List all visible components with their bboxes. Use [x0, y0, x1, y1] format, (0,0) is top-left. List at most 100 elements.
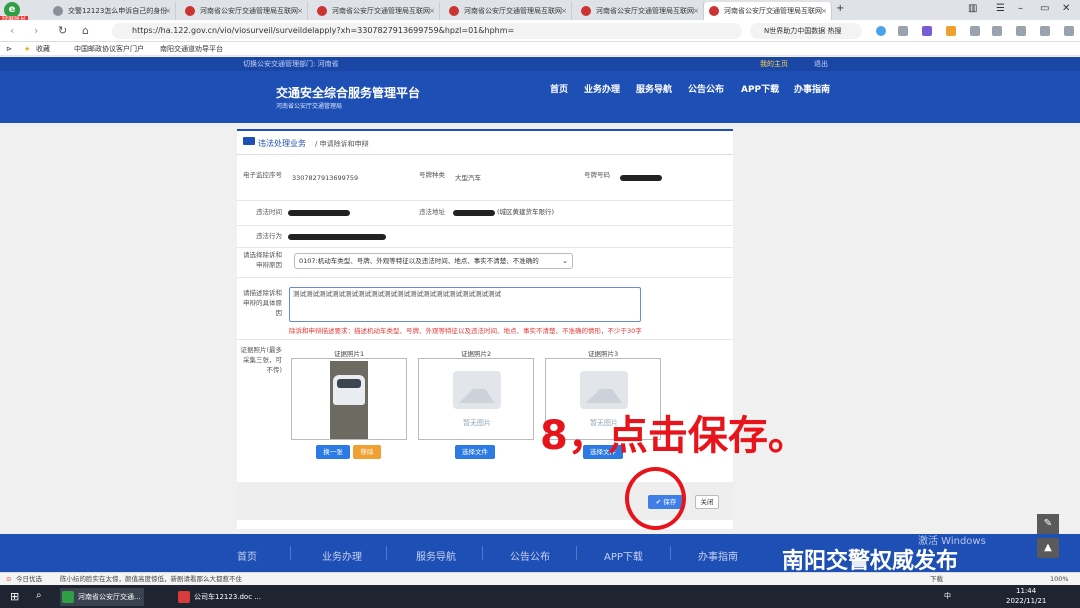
reason-select[interactable]: 0107:机动车类型、号牌、外观等特征以及违法时间、地点、事实不清楚、不准确的 …: [294, 253, 573, 269]
new-tab-icon[interactable]: +: [836, 3, 844, 14]
close-tab-icon[interactable]: ×: [693, 2, 699, 20]
tab-favicon-icon: [317, 6, 327, 16]
close-tab-icon[interactable]: ×: [429, 2, 435, 20]
footer-nav-notice[interactable]: 公告公布: [510, 548, 550, 563]
nav-notice[interactable]: 公告公布: [688, 82, 724, 95]
minimize-icon[interactable]: –: [1018, 3, 1023, 14]
desc-textarea[interactable]: 测试测试测试测试测试测试测试测试测试测试测试测试测试测试测试测试: [289, 287, 641, 322]
search-icon[interactable]: ⌕: [36, 590, 42, 601]
bookmarks-bar: ⊳ ★ 收藏 中国邮政协议客户门户 南阳交通道劝导平台: [0, 42, 1080, 56]
close-tab-icon[interactable]: ×: [297, 2, 303, 20]
scissors-icon[interactable]: [898, 26, 908, 36]
search-icon[interactable]: [970, 26, 980, 36]
image-placeholder-icon: [453, 371, 501, 409]
dept-switcher[interactable]: 切换公安交通管理部门: 河南省: [243, 57, 339, 71]
refresh-icon[interactable]: ↻: [58, 24, 67, 37]
edit-icon[interactable]: ✎: [1037, 514, 1059, 534]
taskbar-wps[interactable]: 公司车12123.doc ...: [176, 588, 272, 606]
plate-no-redacted: [620, 175, 662, 181]
plate-type-value: 大型汽车: [455, 174, 481, 182]
plate-no-label: 号牌号码: [584, 171, 610, 179]
footer-divider: [290, 546, 291, 560]
nav-service[interactable]: 服务导航: [636, 82, 672, 95]
logout-link[interactable]: 退出: [814, 57, 828, 71]
replace-photo-button[interactable]: 换一张: [316, 445, 350, 459]
browser-icon: [62, 591, 74, 603]
url-input[interactable]: https://ha.122.gov.cn/vio/viosurveil/sur…: [112, 23, 742, 39]
act-redacted: [288, 234, 386, 240]
footer-divider: [670, 546, 671, 560]
close-tab-icon[interactable]: ×: [165, 2, 171, 20]
extension-icon[interactable]: [876, 26, 886, 36]
watermark: 南阳交警权威发布: [782, 549, 959, 574]
maximize-icon[interactable]: ▭: [1040, 3, 1049, 14]
settings-icon[interactable]: ☰: [996, 3, 1005, 14]
monitor-no-value: 3307827913699759: [292, 174, 359, 182]
wps-icon: [178, 591, 190, 603]
menu-icon[interactable]: [1064, 26, 1074, 36]
tab-6-active[interactable]: 河南省公安厅交通管理局互联网 ×: [704, 2, 832, 20]
bookmark-nanyang[interactable]: 南阳交通道劝导平台: [160, 42, 223, 56]
photo-1-caption: 证据照片1: [334, 350, 365, 358]
footer-nav-app[interactable]: APP下载: [604, 548, 643, 563]
header-top-strip: 切换公安交通管理部门: 河南省 我的主页 退出: [0, 57, 1080, 71]
close-tab-icon[interactable]: ×: [561, 2, 567, 20]
tab-5[interactable]: 河南省公安厅交通管理局互联网 ×: [576, 2, 704, 20]
desc-label: 请描述除诉和申辩的具体原因: [243, 289, 282, 317]
address-bar-row: ‹ › ↻ ⌂ https://ha.122.gov.cn/vio/viosur…: [0, 20, 1080, 54]
remove-photo-button[interactable]: 移除: [353, 445, 381, 459]
home-icon[interactable]: ⌂: [82, 24, 89, 37]
nav-app[interactable]: APP下载: [741, 82, 779, 95]
footer-nav-business[interactable]: 业务办理: [322, 548, 362, 563]
tab-label: 河南省公安厅交通管理局互联网: [464, 7, 562, 15]
undo-icon[interactable]: [1040, 26, 1050, 36]
browser-search-input[interactable]: N世界助力中国数据 热搜: [750, 23, 862, 39]
shield-icon[interactable]: [946, 26, 956, 36]
bookmark-postal[interactable]: 中国邮政协议客户门户: [74, 42, 144, 56]
back-to-top-icon[interactable]: ▲: [1037, 538, 1059, 558]
taskbar-browser[interactable]: 河南省公安厅交通...: [60, 588, 144, 606]
choose-file-button-2[interactable]: 选择文件: [455, 445, 495, 459]
tab-2[interactable]: 河南省公安厅交通管理局互联网 ×: [180, 2, 308, 20]
extension-icon[interactable]: [922, 26, 932, 36]
tab-label: 河南省公安厅交通管理局互联网: [332, 7, 430, 15]
skin-icon[interactable]: ▥: [968, 3, 977, 14]
ime-indicator[interactable]: 中: [944, 591, 951, 601]
sun-icon[interactable]: [1016, 26, 1026, 36]
breadcrumb: / 申请除诉和申辩: [315, 140, 369, 148]
tab-favicon-icon: [709, 6, 719, 16]
nav-guide[interactable]: 办事指南: [794, 82, 830, 95]
footer-nav-guide[interactable]: 办事指南: [698, 548, 738, 563]
close-button[interactable]: 关闭: [695, 495, 719, 509]
footer-divider: [482, 546, 483, 560]
my-home-link[interactable]: 我的主页: [760, 57, 788, 71]
back-icon[interactable]: ‹: [10, 24, 14, 37]
photos-label: 证据照片(最多采集三张，可不传): [240, 346, 282, 374]
no-image-text: 暂无图片: [463, 419, 491, 427]
desc-hint: 除诉和申辩描述要求：描述机动车类型、号牌、外观等特征以及违法时间、地点、事实不清…: [289, 327, 642, 335]
nav-home[interactable]: 首页: [550, 82, 568, 95]
tab-4[interactable]: 河南省公安厅交通管理局互联网 ×: [444, 2, 572, 20]
close-tab-icon[interactable]: ×: [821, 2, 827, 20]
reason-label: 请选择除诉和申辩原因: [243, 251, 282, 269]
tab-1[interactable]: 交警12123怎么申诉自己的身份 ×: [48, 2, 176, 20]
tab-favicon-icon: [185, 6, 195, 16]
sidebar-toggle-icon[interactable]: ⊳: [6, 42, 12, 56]
bookmark-favorites[interactable]: 收藏: [36, 42, 50, 56]
windows-start-icon[interactable]: ⊞: [10, 590, 19, 603]
tab-favicon-icon: [53, 6, 63, 16]
time-label: 违法时间: [256, 208, 282, 216]
reason-select-value: 0107:机动车类型、号牌、外观等特征以及违法时间、地点、事实不清楚、不准确的: [299, 257, 539, 265]
tab-favicon-icon: [581, 6, 591, 16]
forward-icon[interactable]: ›: [34, 24, 38, 37]
tab-label: 河南省公安厅交通管理局互联网: [200, 7, 298, 15]
nav-business[interactable]: 业务办理: [584, 82, 620, 95]
site-title: 交通安全综合服务管理平台: [276, 86, 421, 100]
grid-icon[interactable]: [992, 26, 1002, 36]
footer-nav-home[interactable]: 首页: [237, 548, 257, 563]
footer-nav-service[interactable]: 服务导航: [416, 548, 456, 563]
tab-3[interactable]: 河南省公安厅交通管理局互联网 ×: [312, 2, 440, 20]
highlight-circle: [625, 467, 686, 530]
close-window-icon[interactable]: ✕: [1062, 3, 1070, 14]
form-row-ids: [237, 166, 733, 201]
